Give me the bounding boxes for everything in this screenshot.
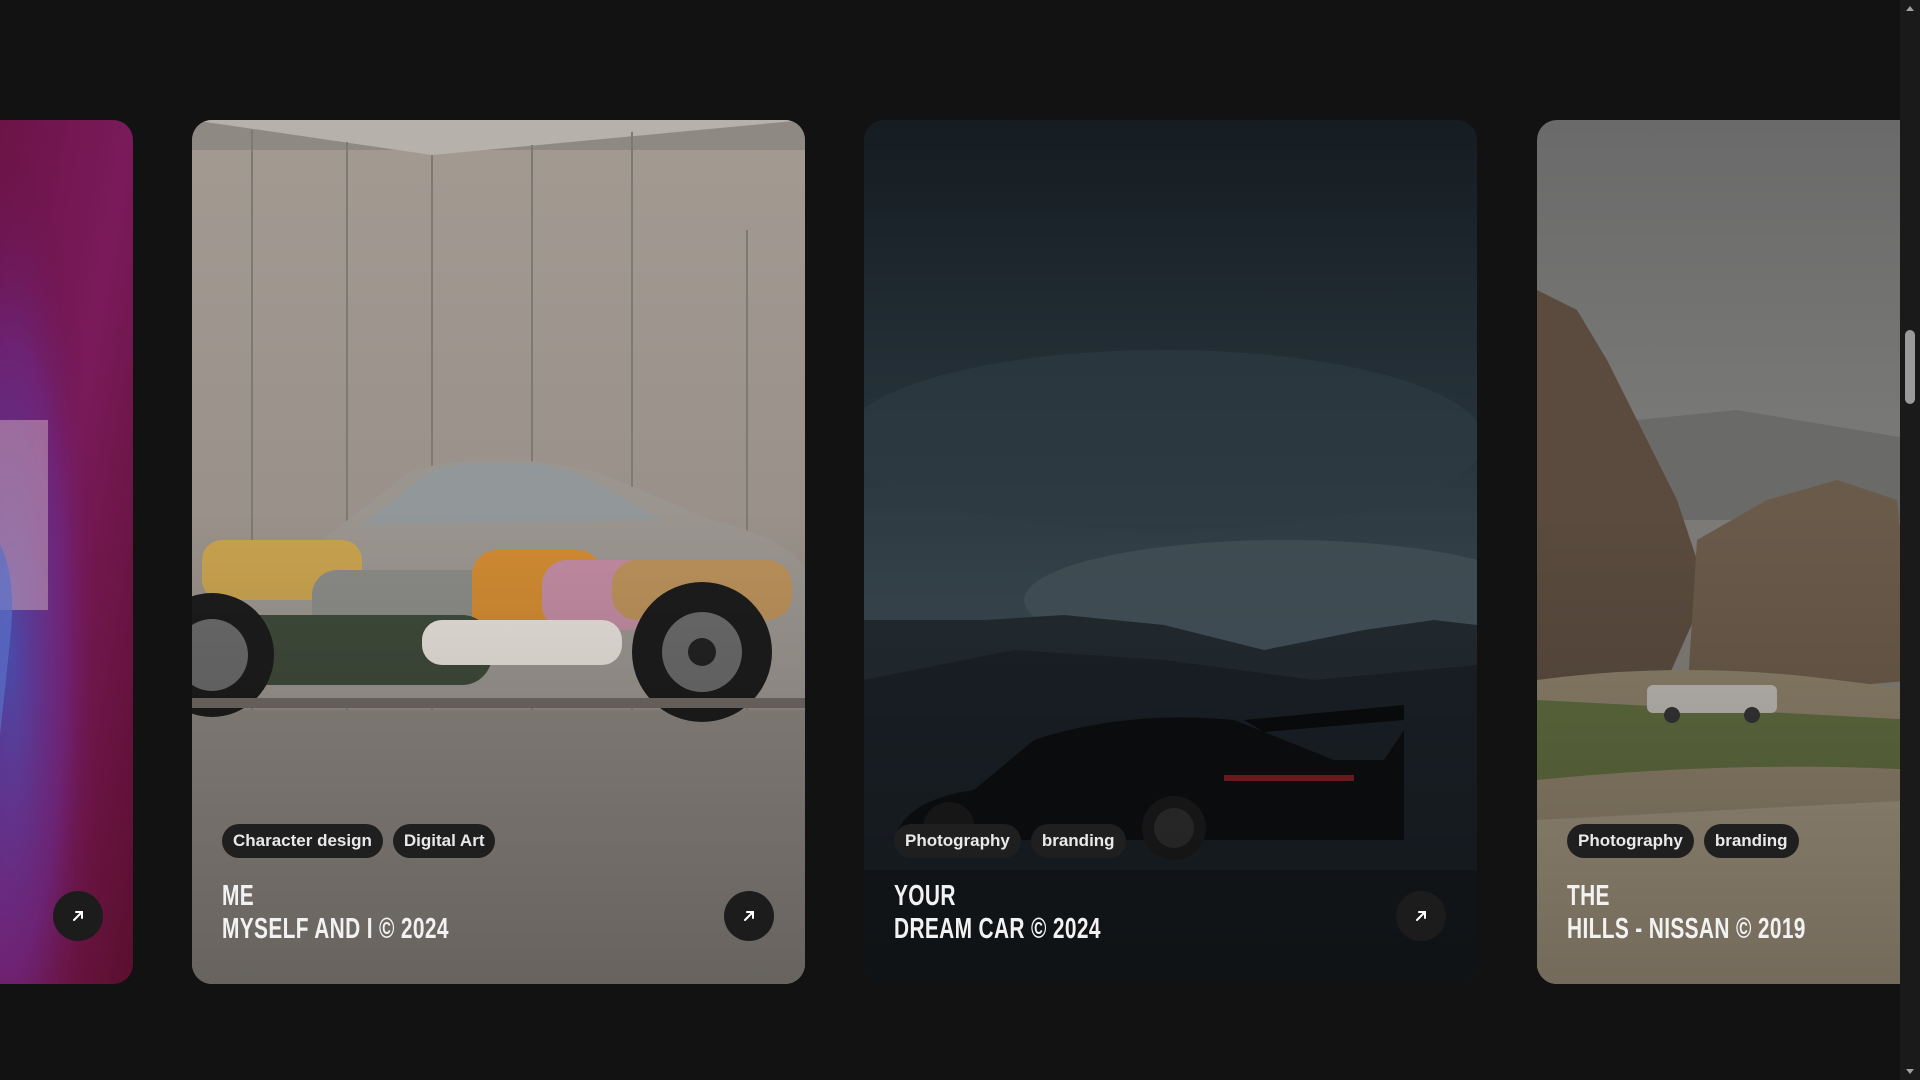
tag-list: Character design Digital Art [222, 824, 496, 858]
scrollbar-thumb[interactable] [1905, 330, 1915, 404]
tag-list: Photography branding [1567, 824, 1799, 858]
chevron-up-icon [1906, 6, 1914, 11]
tag[interactable]: branding [1703, 824, 1799, 858]
arrow-up-right-icon [744, 911, 754, 921]
chevron-down-icon [1906, 1069, 1914, 1074]
scroll-down-button[interactable] [1900, 1064, 1920, 1080]
vertical-scrollbar[interactable] [1900, 0, 1920, 1080]
tag[interactable]: Photography [894, 824, 1021, 858]
project-card-dream-car[interactable]: Photography branding YOUR DREAM CAR © 20… [864, 120, 1477, 984]
tag[interactable]: Digital Art [392, 824, 496, 858]
project-title: ME MYSELF AND I © 2024 [222, 880, 449, 945]
project-card-hills-nissan[interactable]: Photography branding THE HILLS - NISSAN … [1537, 120, 1900, 984]
project-image [0, 120, 133, 984]
tag[interactable]: Character design [222, 824, 383, 858]
scroll-up-button[interactable] [1900, 0, 1920, 16]
arrow-up-right-icon [73, 911, 83, 921]
project-title: YOUR DREAM CAR © 2024 [894, 880, 1101, 945]
tag-list: Photography branding [894, 824, 1126, 858]
tag[interactable]: Photography [1567, 824, 1694, 858]
arrow-up-right-icon [1416, 911, 1426, 921]
project-title: THE HILLS - NISSAN © 2019 [1567, 880, 1806, 945]
project-card-me-myself[interactable]: Character design Digital Art ME MYSELF A… [192, 120, 805, 984]
project-carousel: Character design Digital Art ME MYSELF A… [0, 0, 1900, 1080]
open-project-button[interactable] [724, 891, 774, 941]
project-card-left[interactable] [0, 120, 133, 984]
tag[interactable]: branding [1030, 824, 1126, 858]
open-project-button[interactable] [1396, 891, 1446, 941]
open-project-button[interactable] [53, 891, 103, 941]
